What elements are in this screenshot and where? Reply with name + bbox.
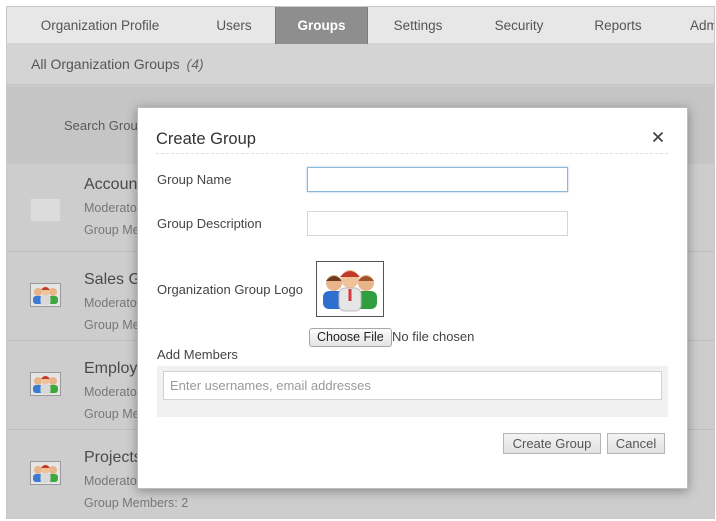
groups-header: All Organization Groups (4) — [7, 44, 714, 85]
group-logo — [30, 372, 61, 396]
choose-file-button[interactable]: Choose File — [309, 328, 392, 347]
cancel-button[interactable]: Cancel — [607, 433, 665, 454]
group-logo-preview — [316, 261, 384, 317]
group-logo — [30, 283, 61, 307]
close-icon[interactable] — [649, 128, 667, 146]
tab-admin[interactable]: Adm — [690, 7, 714, 44]
logo-label: Organization Group Logo — [157, 282, 303, 297]
group-members: Group Me — [84, 223, 140, 237]
page-title-text: All Organization Groups — [31, 56, 180, 72]
group-description-input[interactable] — [307, 211, 568, 236]
group-members: Group Members: 2 — [84, 496, 189, 510]
group-logo-placeholder — [30, 198, 61, 222]
members-well — [157, 366, 668, 417]
add-members-label: Add Members — [157, 347, 238, 362]
tab-groups[interactable]: Groups — [275, 7, 368, 44]
group-count: (4) — [186, 56, 204, 72]
people-group-icon — [33, 464, 58, 483]
search-label: Search Group — [64, 118, 145, 133]
group-moderator: Moderato — [84, 296, 137, 310]
group-description-label: Group Description — [157, 216, 262, 231]
no-file-status: No file chosen — [392, 329, 475, 344]
group-members: Group Me — [84, 407, 140, 421]
create-group-dialog: Create Group Group Name Group Descriptio… — [137, 107, 688, 489]
group-moderator: Moderato — [84, 385, 137, 399]
tab-users[interactable]: Users — [193, 7, 275, 44]
group-moderator: Moderato — [84, 474, 137, 488]
group-name[interactable]: Sales G — [84, 271, 141, 289]
people-group-icon — [33, 286, 58, 305]
group-moderator: Moderato — [84, 201, 137, 215]
page-title: All Organization Groups (4) — [31, 56, 204, 72]
dialog-title: Create Group — [156, 130, 256, 148]
group-name-label: Group Name — [157, 172, 232, 187]
tab-reports[interactable]: Reports — [570, 7, 666, 44]
group-name[interactable]: Projects — [84, 449, 142, 467]
members-input[interactable] — [163, 371, 662, 400]
group-name-input[interactable] — [307, 167, 568, 192]
people-group-icon — [33, 375, 58, 394]
tab-settings[interactable]: Settings — [368, 7, 468, 44]
group-members: Group Me — [84, 318, 140, 332]
group-name[interactable]: Employ — [84, 360, 137, 378]
tab-security[interactable]: Security — [468, 7, 570, 44]
group-logo — [30, 461, 61, 485]
dialog-divider — [156, 153, 668, 154]
group-name[interactable]: Accoun — [84, 176, 137, 194]
tab-bar: Organization Profile Users Groups Settin… — [7, 7, 714, 44]
people-group-icon — [323, 270, 377, 312]
create-group-button[interactable]: Create Group — [503, 433, 601, 454]
tab-organization-profile[interactable]: Organization Profile — [7, 7, 193, 44]
